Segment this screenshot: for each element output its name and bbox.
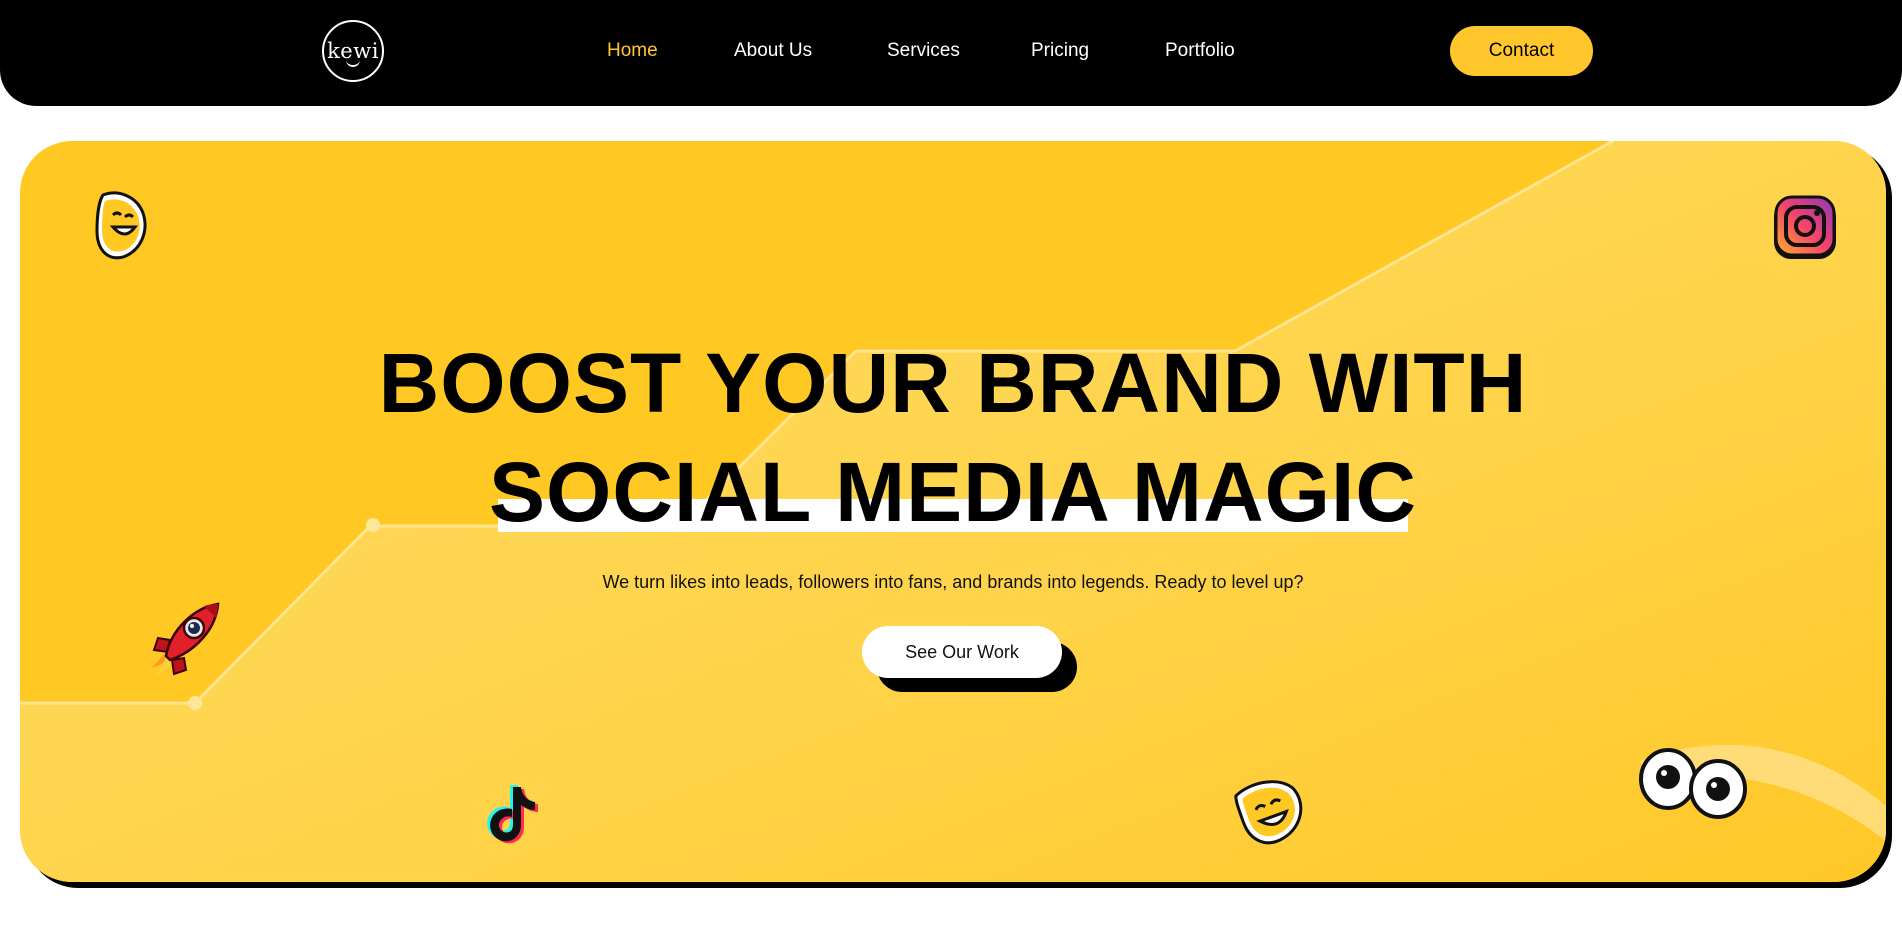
nav-link-about-us[interactable]: About Us	[734, 40, 812, 62]
see-our-work-button[interactable]: See Our Work	[862, 626, 1062, 678]
hero-subtitle: We turn likes into leads, followers into…	[602, 572, 1304, 592]
smiley-mask-icon	[95, 191, 147, 260]
contact-button[interactable]: Contact	[1450, 26, 1593, 76]
hero-headline-line1: BOOST YOUR BRAND WITH	[378, 336, 1528, 430]
nav-link-pricing[interactable]: Pricing	[1031, 40, 1089, 62]
instagram-icon	[1774, 195, 1836, 259]
logo-smile-mark	[346, 60, 360, 67]
tiktok-icon	[487, 785, 538, 844]
hero-headline-line2: SOCIAL MEDIA MAGIC	[488, 445, 1417, 539]
nav-link-services[interactable]: Services	[887, 40, 960, 62]
nav-link-portfolio[interactable]: Portfolio	[1165, 40, 1235, 62]
googly-eyes-icon	[1639, 748, 1747, 819]
smiley-mask-icon-small	[1234, 780, 1303, 845]
nav-link-home[interactable]: Home	[607, 40, 658, 62]
top-navbar: kewi Home About Us Services Pricing Port…	[0, 0, 1902, 106]
kewi-logo[interactable]: kewi	[322, 20, 384, 82]
rocket-icon	[152, 602, 220, 676]
hero-section: BOOST YOUR BRAND WITH SOCIAL MEDIA MAGIC…	[20, 141, 1886, 882]
